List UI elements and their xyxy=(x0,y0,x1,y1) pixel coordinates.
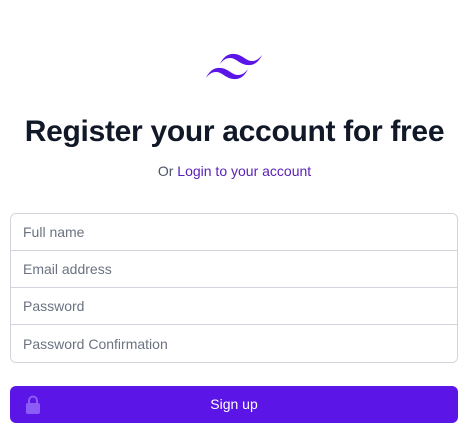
password-field[interactable] xyxy=(11,288,457,325)
tailwind-logo-icon xyxy=(206,53,262,80)
register-page: Register your account for free Or Login … xyxy=(0,0,469,437)
login-link[interactable]: Login to your account xyxy=(177,163,311,179)
email-field[interactable] xyxy=(11,251,457,288)
full-name-field[interactable] xyxy=(11,214,457,251)
sign-up-button[interactable]: Sign up xyxy=(10,386,458,423)
page-title: Register your account for free xyxy=(24,115,445,148)
lock-icon xyxy=(26,395,40,414)
subtitle: Or Login to your account xyxy=(0,163,469,179)
register-form xyxy=(10,213,458,363)
subtitle-prefix: Or xyxy=(157,163,174,179)
sign-up-label: Sign up xyxy=(210,396,258,412)
password-confirmation-field[interactable] xyxy=(11,325,457,362)
